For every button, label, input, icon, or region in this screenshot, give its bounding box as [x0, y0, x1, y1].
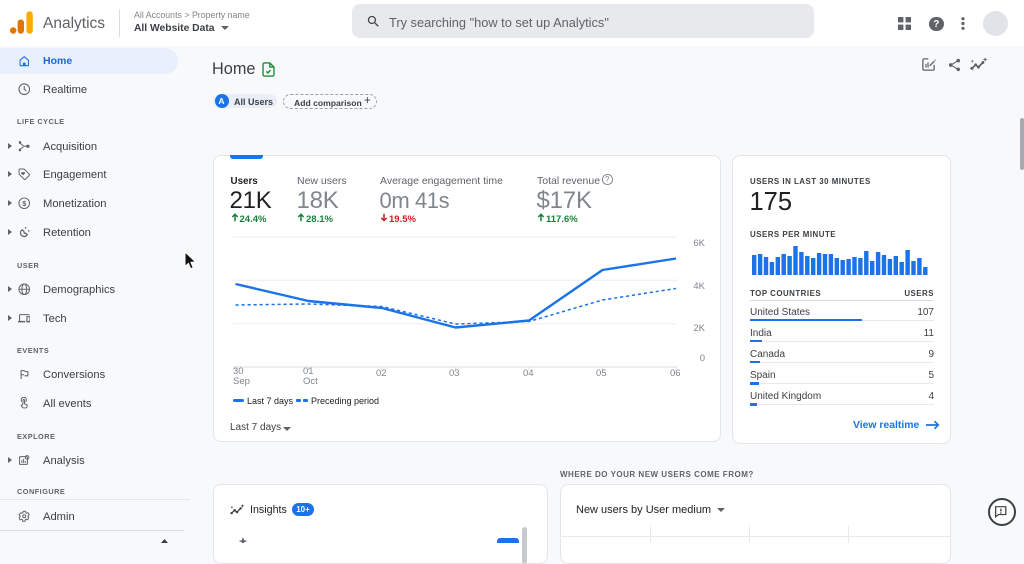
svg-text:$: $ — [22, 198, 26, 207]
